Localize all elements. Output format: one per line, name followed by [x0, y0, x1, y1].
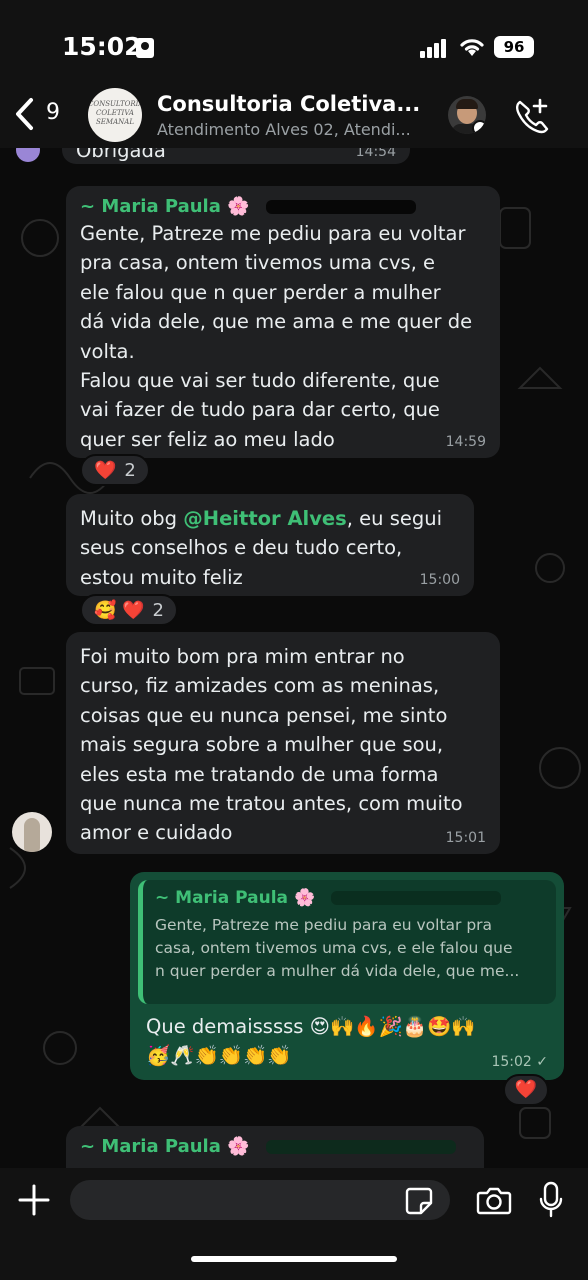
message-bubble[interactable]: Foi muito bom pra mim entrar no curso, f…: [66, 632, 500, 854]
home-indicator[interactable]: [191, 1256, 397, 1262]
message-input[interactable]: [70, 1180, 450, 1220]
quote-sender: ~ Maria Paula 🌸: [155, 888, 544, 908]
message-text: Que demaisssss 😍🙌🔥🎉🎂🤩🙌 🥳🥂👏👏👏👏: [146, 1015, 476, 1068]
message-time: 15:02 ✓: [491, 1054, 548, 1070]
reaction-pill[interactable]: 🥰 ❤️ 2: [80, 594, 178, 626]
chat-header: 9 CONSULTORIA COLETIVA SEMANAL Consultor…: [0, 84, 588, 148]
group-logo-text: CONSULTORIA COLETIVA SEMANAL: [88, 100, 142, 126]
reaction-pill[interactable]: ❤️ 2: [80, 454, 150, 486]
plus-icon[interactable]: [16, 1182, 52, 1218]
profile-avatar[interactable]: [448, 96, 486, 134]
back-unread-count[interactable]: 9: [46, 100, 60, 125]
reaction-emojis: 🥰 ❤️: [94, 599, 145, 621]
message-text: Obrigada: [76, 148, 166, 162]
id-card-icon: [136, 38, 154, 58]
redacted-phone: [331, 891, 502, 905]
composer-bar: [0, 1168, 588, 1280]
status-bar: 15:02 96: [0, 0, 588, 84]
message-bubble[interactable]: ~ Maria Paula 🌸 Gente, Patreze me pediu …: [66, 186, 500, 458]
reaction-pill[interactable]: ❤️: [503, 1074, 549, 1106]
redacted-phone: [265, 200, 416, 214]
camera-icon[interactable]: [476, 1184, 512, 1216]
message-bubble[interactable]: Muito obg @Heittor Alves, eu segui seus …: [66, 494, 474, 596]
message-bubble[interactable]: Obrigada 14:54: [62, 148, 410, 164]
quoted-message[interactable]: ~ Maria Paula 🌸 Gente, Patreze me pediu …: [138, 880, 556, 1004]
chevron-left-icon[interactable]: [12, 94, 38, 134]
message-time: 15:00: [419, 572, 460, 588]
signal-icon: [420, 38, 450, 58]
group-avatar[interactable]: CONSULTORIA COLETIVA SEMANAL: [88, 88, 142, 142]
reaction-count: 2: [152, 599, 164, 621]
sender-name[interactable]: ~ Maria Paula 🌸: [80, 196, 486, 217]
message-text: Foi muito bom pra mim entrar no curso, f…: [80, 645, 463, 845]
reaction-emojis: ❤️: [94, 459, 117, 481]
message-text: Gente, Patreze me pediu para eu voltar p…: [80, 222, 473, 451]
redacted-phone: [265, 1140, 456, 1154]
status-time: 15:02: [62, 32, 142, 61]
chat-subtitle[interactable]: Atendimento Alves 02, Atendi...: [157, 120, 411, 139]
message-text: Muito obg @Heittor Alves, eu segui seus …: [80, 507, 443, 589]
check-badge-icon: [472, 120, 486, 134]
mention-link[interactable]: @Heittor Alves: [183, 507, 347, 530]
microphone-icon[interactable]: [538, 1180, 564, 1220]
outgoing-message-bubble[interactable]: ~ Maria Paula 🌸 Gente, Patreze me pediu …: [130, 872, 564, 1080]
sticker-icon[interactable]: [404, 1186, 434, 1216]
message-time: 15:01: [445, 830, 486, 846]
battery-indicator: 96: [494, 36, 534, 58]
chat-title[interactable]: Consultoria Coletiva...: [157, 92, 420, 116]
message-bubble[interactable]: ~ Maria Paula 🌸: [66, 1126, 484, 1168]
chat-area[interactable]: Obrigada 14:54 ~ Maria Paula 🌸 Gente, Pa…: [0, 148, 588, 1168]
sender-name[interactable]: ~ Maria Paula 🌸: [80, 1136, 470, 1157]
message-time: 14:54: [355, 148, 396, 160]
wifi-icon: [460, 39, 484, 56]
sender-avatar[interactable]: [12, 812, 52, 852]
reaction-count: 2: [124, 459, 136, 481]
quote-text: Gente, Patreze me pediu para eu voltar p…: [155, 916, 520, 980]
message-time: 14:59: [445, 434, 486, 450]
add-call-icon[interactable]: [512, 96, 552, 136]
